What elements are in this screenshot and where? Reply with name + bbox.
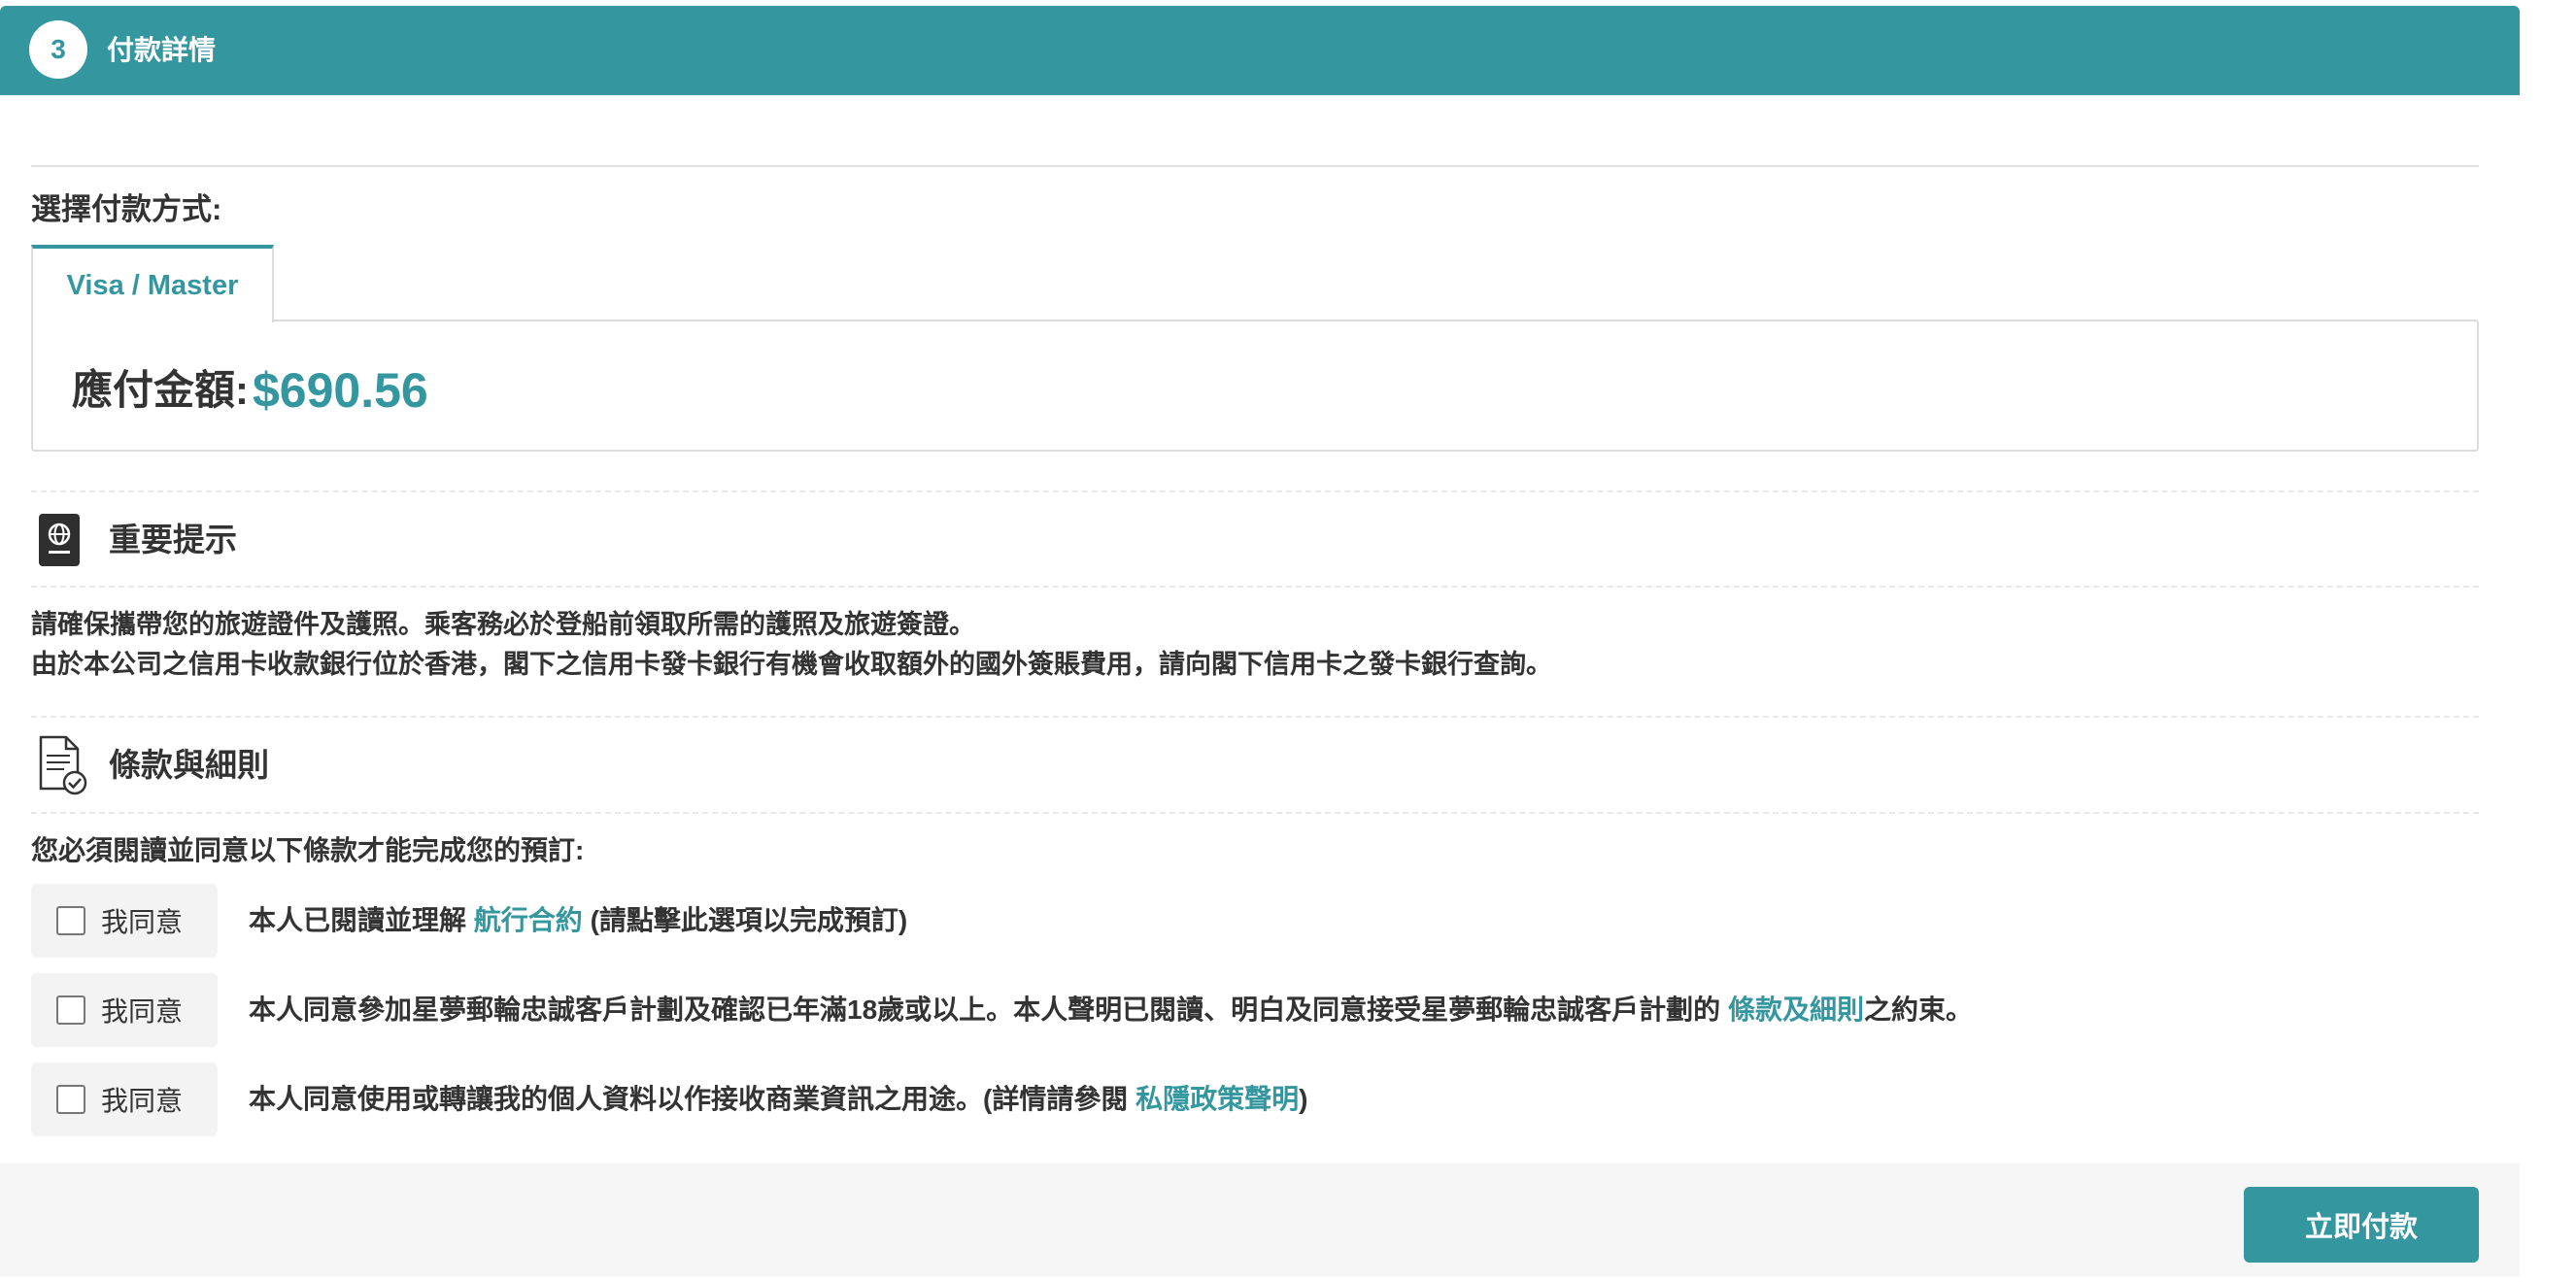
right-gutter <box>2520 0 2576 1282</box>
pay-now-button[interactable]: 立即付款 <box>2244 1187 2479 1263</box>
step-number-badge: 3 <box>29 20 87 79</box>
terms-conditions-link[interactable]: 條款及細則 <box>1728 995 1864 1025</box>
terms-text-before: 本人同意參加星夢郵輪忠誠客戶計劃及確認已年滿18歲或以上。本人聲明已閱讀、明白及… <box>249 995 1728 1025</box>
agree-personal-data[interactable]: 我同意 <box>31 1063 218 1136</box>
terms-text: 本人同意使用或轉讓我的個人資料以作接收商業資訊之用途。(詳情請參閱 私隱政策聲明… <box>249 1080 1307 1119</box>
amount-due-value: $690.56 <box>253 363 428 418</box>
agree-loyalty-program[interactable]: 我同意 <box>31 973 218 1047</box>
agree-label: 我同意 <box>101 1086 184 1116</box>
agree-label: 我同意 <box>101 907 184 937</box>
document-check-icon <box>35 734 89 795</box>
notice-line: 請確保攜帶您的旅遊證件及護照。乘客務必於登船前領取所需的護照及旅遊簽證。 <box>31 610 975 639</box>
terms-text: 本人已閱讀並理解 航行合約 (請點擊此選項以完成預訂) <box>249 901 907 940</box>
tab-visa-master[interactable]: Visa / Master <box>31 245 274 322</box>
agree-label: 我同意 <box>101 996 184 1027</box>
terms-intro: 您必須閱讀並同意以下條款才能完成您的預訂: <box>31 835 585 865</box>
footer-bar <box>0 1164 2520 1276</box>
step-header: 3 付款詳情 <box>0 6 2520 95</box>
terms-title: 條款與細則 <box>109 747 269 783</box>
notice-line: 由於本公司之信用卡收款銀行位於香港，閣下之信用卡發卡銀行有機會收取額外的國外簽賬… <box>31 650 1552 679</box>
divider <box>31 490 2479 492</box>
divider <box>31 812 2479 814</box>
checkbox[interactable] <box>56 995 85 1025</box>
payment-method-label: 選擇付款方式: <box>31 192 222 226</box>
terms-text-after: (請點擊此選項以完成預訂) <box>582 905 908 935</box>
divider <box>31 716 2479 718</box>
divider <box>31 165 2479 167</box>
terms-text-before: 本人同意使用或轉讓我的個人資料以作接收商業資訊之用途。(詳情請參閱 <box>249 1084 1136 1114</box>
voyage-contract-link[interactable]: 航行合約 <box>474 905 583 935</box>
terms-text-after: 之約束。 <box>1863 995 1973 1025</box>
amount-due-label: 應付金額: <box>72 367 249 413</box>
terms-text-before: 本人已閱讀並理解 <box>249 905 474 935</box>
checkbox[interactable] <box>56 1085 85 1114</box>
terms-text-after: ) <box>1299 1084 1308 1114</box>
passport-icon <box>35 512 89 570</box>
important-notice-title: 重要提示 <box>109 522 237 557</box>
checkbox[interactable] <box>56 906 85 935</box>
agree-voyage-contract[interactable]: 我同意 <box>31 884 218 958</box>
terms-text: 本人同意參加星夢郵輪忠誠客戶計劃及確認已年滿18歲或以上。本人聲明已閱讀、明白及… <box>249 991 1973 1029</box>
privacy-policy-link[interactable]: 私隱政策聲明 <box>1135 1084 1299 1114</box>
step-title: 付款詳情 <box>107 35 217 65</box>
divider <box>31 586 2479 588</box>
